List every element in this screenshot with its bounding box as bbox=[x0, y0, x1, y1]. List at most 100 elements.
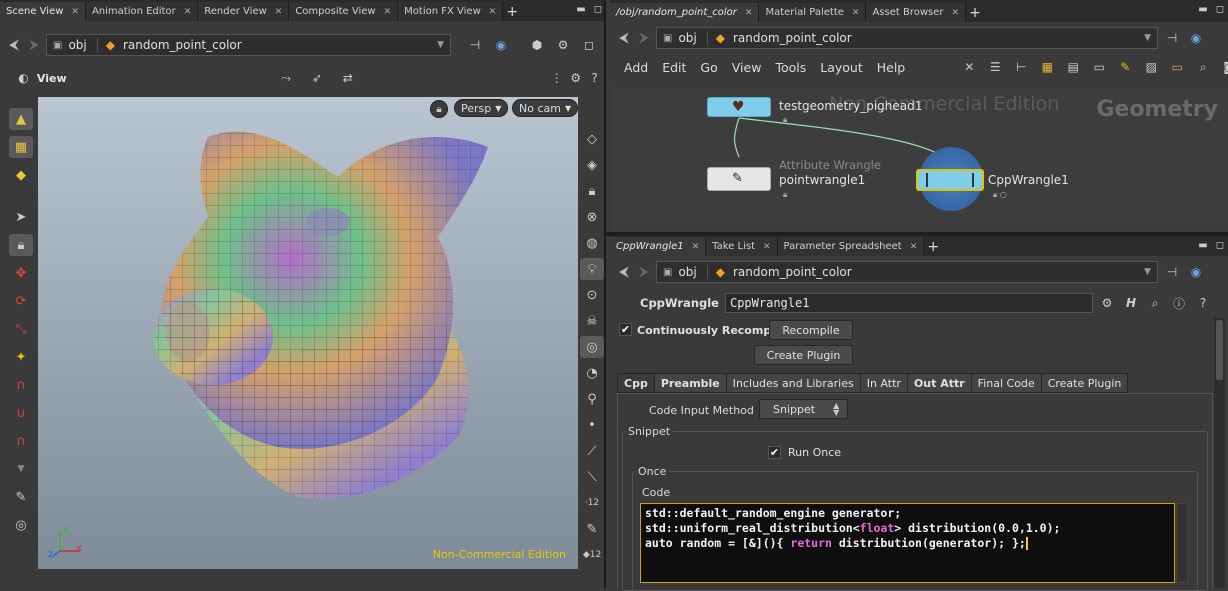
close-icon[interactable]: ✕ bbox=[71, 7, 79, 17]
expand-arrow-icon[interactable]: ▼ bbox=[9, 458, 33, 480]
transform-icon[interactable]: ⇄ bbox=[338, 68, 357, 88]
forward-arrow-icon[interactable]: ⮞ bbox=[636, 264, 652, 280]
link-icon[interactable]: ◉ bbox=[1186, 262, 1206, 282]
close-icon[interactable]: ✕ bbox=[184, 7, 192, 17]
close-icon[interactable]: ✕ bbox=[489, 7, 497, 17]
camera-settings-icon[interactable]: ⚙ bbox=[553, 35, 573, 55]
menu-help[interactable]: Help bbox=[877, 60, 906, 75]
add-tab-icon[interactable]: + bbox=[924, 237, 942, 256]
handle-tool-icon[interactable]: ✦ bbox=[9, 346, 33, 368]
eye-icon[interactable]: ◐ bbox=[14, 68, 33, 88]
camera-tool-icon[interactable]: ◎ bbox=[9, 514, 33, 536]
magnet-point-icon[interactable]: ∩ bbox=[9, 430, 33, 452]
link-icon[interactable]: ◉ bbox=[1186, 28, 1206, 48]
sticky-note-icon[interactable]: ▭ bbox=[1089, 57, 1109, 77]
brush-icon[interactable]: ✎ bbox=[580, 518, 604, 540]
magnet-curve-icon[interactable]: ∪ bbox=[9, 402, 33, 424]
display-options-icon[interactable]: ⚙ bbox=[566, 68, 585, 88]
close-icon[interactable]: ✕ bbox=[692, 242, 700, 252]
lock-camera-icon[interactable]: 🔒︎ bbox=[430, 100, 448, 118]
primitive-select-icon[interactable]: ▦ bbox=[9, 136, 33, 158]
code-editor[interactable]: std::default_random_engine generator; std… bbox=[640, 503, 1175, 583]
close-icon[interactable]: ✕ bbox=[852, 8, 860, 18]
wrench-icon[interactable]: ✕ bbox=[959, 57, 979, 77]
move-tool-icon[interactable]: ✥ bbox=[9, 262, 33, 284]
code-input-method-dropdown[interactable]: Snippet ▲ ▼ bbox=[759, 399, 848, 419]
3d-viewport[interactable]: y x z Non-Commercial Edition bbox=[38, 97, 578, 569]
menu-view[interactable]: View bbox=[732, 60, 762, 75]
node-cppwrangle[interactable] bbox=[916, 169, 984, 191]
gear-icon[interactable]: ⚙ bbox=[1097, 293, 1117, 313]
node-testgeometry-pighead[interactable]: ♥︎ bbox=[707, 97, 771, 117]
tab-network-path[interactable]: /obj/random_point_color ✕ bbox=[610, 3, 760, 22]
run-once-checkbox[interactable]: ✔ bbox=[768, 446, 781, 459]
tab-parameter-spreadsheet[interactable]: Parameter Spreadsheet ✕ bbox=[777, 237, 925, 256]
tab-render-view[interactable]: Render View ✕ bbox=[198, 2, 290, 21]
recompile-button[interactable]: Recompile bbox=[769, 320, 853, 340]
back-arrow-icon[interactable]: ⮜ bbox=[616, 30, 632, 46]
select-mode-icon[interactable]: ➶ bbox=[308, 68, 327, 88]
note-icon[interactable]: ✎ bbox=[1115, 57, 1135, 77]
vertical-splitter[interactable] bbox=[604, 0, 606, 588]
subtab-out-attr[interactable]: Out Attr bbox=[906, 373, 971, 393]
pin-icon[interactable]: ⊣ bbox=[1162, 262, 1182, 282]
info-icon[interactable]: ⓘ bbox=[1169, 293, 1189, 313]
subtab-cpp[interactable]: Cpp bbox=[617, 373, 654, 393]
help-icon[interactable]: ? bbox=[1193, 293, 1213, 313]
subtab-final-code[interactable]: Final Code bbox=[970, 373, 1041, 393]
node-label-cpp[interactable]: CppWrangle1 bbox=[988, 173, 1069, 187]
tab-motion-fx-view[interactable]: Motion FX View ✕ bbox=[398, 2, 504, 21]
maximize-icon[interactable]: ◻ bbox=[1216, 240, 1224, 251]
ghost-icon[interactable]: ◈ bbox=[580, 154, 604, 176]
box-icon[interactable]: ▭ bbox=[1167, 57, 1187, 77]
tab-material-palette[interactable]: Material Palette ✕ bbox=[759, 3, 867, 22]
code-scrollbar[interactable] bbox=[1176, 503, 1188, 583]
normals-icon[interactable]: ⟋ bbox=[580, 440, 604, 462]
close-icon[interactable]: ✕ bbox=[951, 8, 959, 18]
shading-icon[interactable]: ◍ bbox=[580, 232, 604, 254]
help-h-icon[interactable]: H bbox=[1121, 293, 1141, 313]
maximize-viewport-icon[interactable]: ◻ bbox=[579, 35, 599, 55]
maximize-icon[interactable]: ◻ bbox=[594, 4, 602, 15]
subtab-in-attr[interactable]: In Attr bbox=[859, 373, 907, 393]
background-icon[interactable]: ◔ bbox=[580, 362, 604, 384]
point-display-icon[interactable]: • bbox=[580, 414, 604, 436]
subtab-preamble[interactable]: Preamble bbox=[653, 373, 726, 393]
image-icon[interactable]: ▨ bbox=[1141, 57, 1161, 77]
light-icon[interactable]: 💡︎ bbox=[580, 258, 604, 280]
add-tab-icon[interactable]: + bbox=[966, 3, 984, 22]
snap-icon[interactable]: ⤳ bbox=[277, 68, 296, 88]
tab-animation-editor[interactable]: Animation Editor ✕ bbox=[85, 2, 199, 21]
lock-icon[interactable]: 🔒︎ bbox=[9, 234, 33, 256]
node-label-geo[interactable]: testgeometry_pighead1 bbox=[779, 99, 922, 113]
tab-composite-view[interactable]: Composite View ✕ bbox=[289, 2, 399, 21]
prim-numbers-icon[interactable]: ◆12 bbox=[580, 544, 604, 566]
forward-arrow-icon[interactable]: ⮞ bbox=[26, 37, 42, 53]
chevron-down-icon[interactable]: ▼ bbox=[1144, 33, 1151, 43]
color-palette-icon[interactable]: ▦ bbox=[1037, 57, 1057, 77]
camera-snapshot-icon[interactable]: ◙ bbox=[1219, 57, 1228, 77]
node-pointwrangle[interactable]: ✎ bbox=[707, 167, 771, 191]
pane-menu-icon[interactable]: ▬ bbox=[1198, 4, 1207, 15]
lock-view-icon[interactable]: 🔒︎ bbox=[580, 180, 604, 202]
close-icon[interactable]: ✕ bbox=[745, 8, 753, 18]
grid-icon[interactable]: ⋮ bbox=[547, 68, 566, 88]
subtab-create-plugin[interactable]: Create Plugin bbox=[1040, 373, 1129, 393]
chevron-down-icon[interactable]: ▼ bbox=[1144, 267, 1151, 277]
path-field[interactable]: ▣ obj ◆ random_point_color ▼ bbox=[46, 34, 451, 56]
create-plugin-button[interactable]: Create Plugin bbox=[754, 345, 853, 365]
geometry-box-icon[interactable]: ⬢ bbox=[527, 35, 547, 55]
select-arrow-icon[interactable]: ➤ bbox=[9, 206, 33, 228]
menu-go[interactable]: Go bbox=[700, 60, 717, 75]
point-numbers-icon[interactable]: ·12 bbox=[580, 492, 604, 514]
path-field[interactable]: ▣ obj ◆ random_point_color ▼ bbox=[656, 261, 1158, 283]
help-icon[interactable]: ? bbox=[585, 68, 604, 88]
close-icon[interactable]: ✕ bbox=[275, 7, 283, 17]
menu-layout[interactable]: Layout bbox=[820, 60, 863, 75]
prim-normals-icon[interactable]: ⟍ bbox=[580, 466, 604, 488]
close-icon[interactable]: ✕ bbox=[763, 242, 771, 252]
subtab-includes[interactable]: Includes and Libraries bbox=[725, 373, 860, 393]
back-arrow-icon[interactable]: ⮜ bbox=[6, 37, 22, 53]
menu-edit[interactable]: Edit bbox=[662, 60, 686, 75]
pane-menu-icon[interactable]: ▬ bbox=[576, 4, 585, 15]
